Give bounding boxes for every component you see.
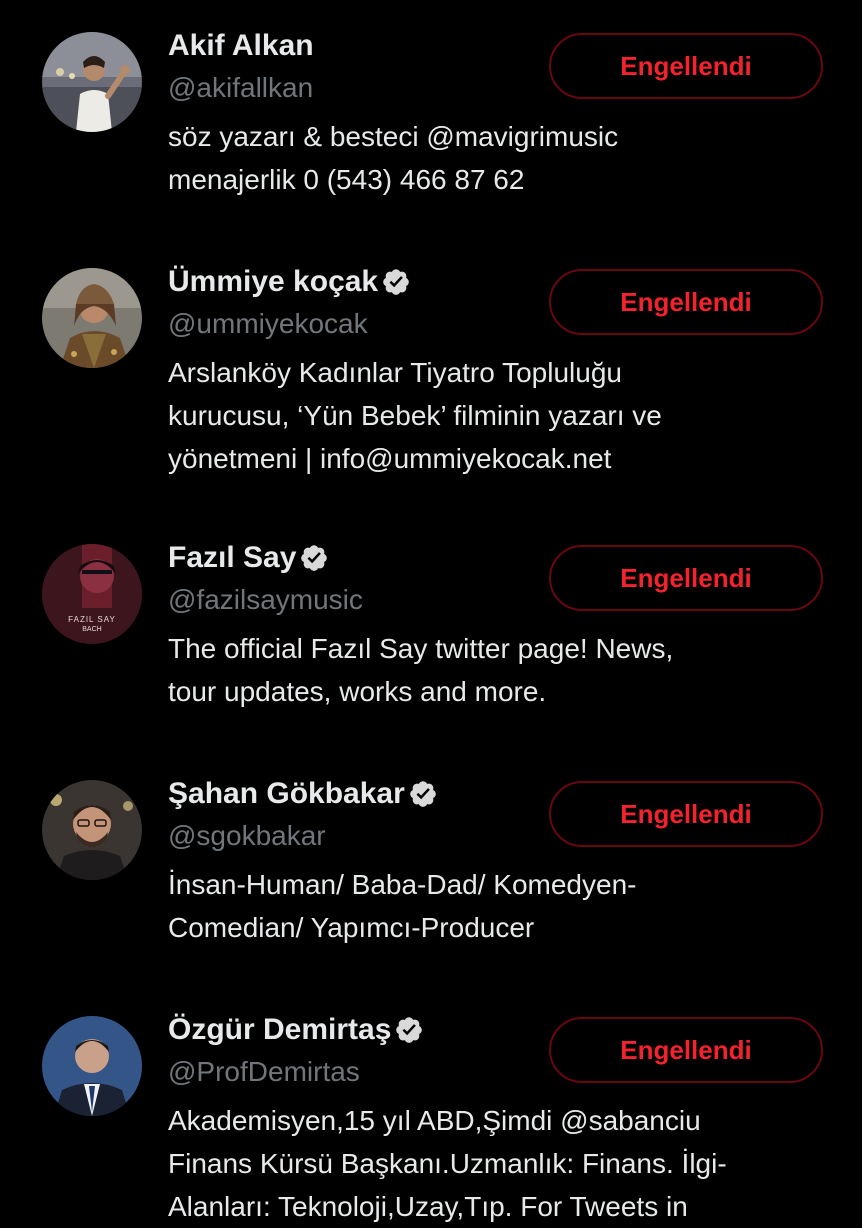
blocked-button[interactable]: Engellendi	[549, 781, 823, 847]
display-name[interactable]: Özgür Demirtaş	[168, 1012, 424, 1048]
display-name[interactable]: Akif Alkan	[168, 28, 314, 64]
bio-line: İnsan-Human/ Baba-Dad/ Komedyen-	[168, 869, 637, 900]
user-handle[interactable]: @ummiyekocak	[168, 306, 368, 342]
bio-line: Arslanköy Kadınlar Tiyatro Topluluğu	[168, 357, 622, 388]
display-name-text[interactable]: Özgür Demirtaş	[168, 1012, 391, 1048]
display-name-text[interactable]: Fazıl Say	[168, 540, 296, 576]
bio-line: tour updates, works and more.	[168, 676, 547, 707]
blocked-button[interactable]: Engellendi	[549, 545, 823, 611]
bio-line: kurucusu, ‘Yün Bebek’ filminin yazarı ve	[168, 400, 662, 431]
user-handle[interactable]: @sgokbakar	[168, 818, 326, 854]
verified-badge-icon	[299, 543, 329, 573]
user-bio: İnsan-Human/ Baba-Dad/ Komedyen- Comedia…	[168, 863, 828, 949]
user-row[interactable]: FAZIL SAY BACH Fazıl Say @fazilsaymusic …	[0, 512, 862, 748]
user-handle[interactable]: @akifallkan	[168, 70, 313, 106]
bio-line: Comedian/ Yapımcı-Producer	[168, 912, 535, 943]
blocked-button[interactable]: Engellendi	[549, 269, 823, 335]
display-name[interactable]: Fazıl Say	[168, 540, 329, 576]
bio-line: The official Fazıl Say twitter page! New…	[168, 633, 674, 664]
display-name-text[interactable]: Akif Alkan	[168, 28, 314, 64]
bio-line: menajerlik 0 (543) 466 87 62	[168, 164, 525, 195]
avatar[interactable]	[42, 1016, 142, 1116]
avatar-text: FAZIL SAY	[68, 615, 116, 624]
user-handle[interactable]: @ProfDemirtas	[168, 1054, 360, 1090]
user-row[interactable]: Akif Alkan @akifallkan söz yazarı & best…	[0, 0, 862, 236]
user-bio: söz yazarı & besteci @mavigrimusic menaj…	[168, 115, 828, 201]
display-name[interactable]: Ümmiye koçak	[168, 264, 411, 300]
avatar[interactable]	[42, 780, 142, 880]
user-bio: Arslanköy Kadınlar Tiyatro Topluluğu kur…	[168, 351, 828, 480]
user-handle[interactable]: @fazilsaymusic	[168, 582, 363, 618]
user-bio: The official Fazıl Say twitter page! New…	[168, 627, 828, 713]
display-name-text[interactable]: Ümmiye koçak	[168, 264, 378, 300]
verified-badge-icon	[408, 779, 438, 809]
display-name[interactable]: Şahan Gökbakar	[168, 776, 438, 812]
display-name-text[interactable]: Şahan Gökbakar	[168, 776, 405, 812]
verified-badge-icon	[394, 1015, 424, 1045]
user-row[interactable]: Şahan Gökbakar @sgokbakar İnsan-Human/ B…	[0, 748, 862, 984]
bio-line: söz yazarı & besteci @mavigrimusic	[168, 121, 619, 152]
avatar[interactable]	[42, 268, 142, 368]
blocked-button[interactable]: Engellendi	[549, 33, 823, 99]
avatar[interactable]: FAZIL SAY BACH	[42, 544, 142, 644]
bio-line: Finans Kürsü Başkanı.Uzmanlık: Finans. İ…	[168, 1148, 727, 1179]
bio-line: Akademisyen,15 yıl ABD,Şimdi @sabanciu	[168, 1105, 701, 1136]
avatar-text: BACH	[82, 626, 101, 633]
user-bio: Akademisyen,15 yıl ABD,Şimdi @sabanciu F…	[168, 1099, 828, 1228]
avatar[interactable]	[42, 32, 142, 132]
verified-badge-icon	[381, 267, 411, 297]
bio-line: yönetmeni | info@ummiyekocak.net	[168, 443, 612, 474]
bio-line: Alanları: Teknoloji,Uzay,Tıp. For Tweets…	[168, 1191, 688, 1222]
user-row[interactable]: Ümmiye koçak @ummiyekocak Arslanköy Kadı…	[0, 236, 862, 474]
user-row[interactable]: Özgür Demirtaş @ProfDemirtas Akademisyen…	[0, 984, 862, 1222]
blocked-button[interactable]: Engellendi	[549, 1017, 823, 1083]
